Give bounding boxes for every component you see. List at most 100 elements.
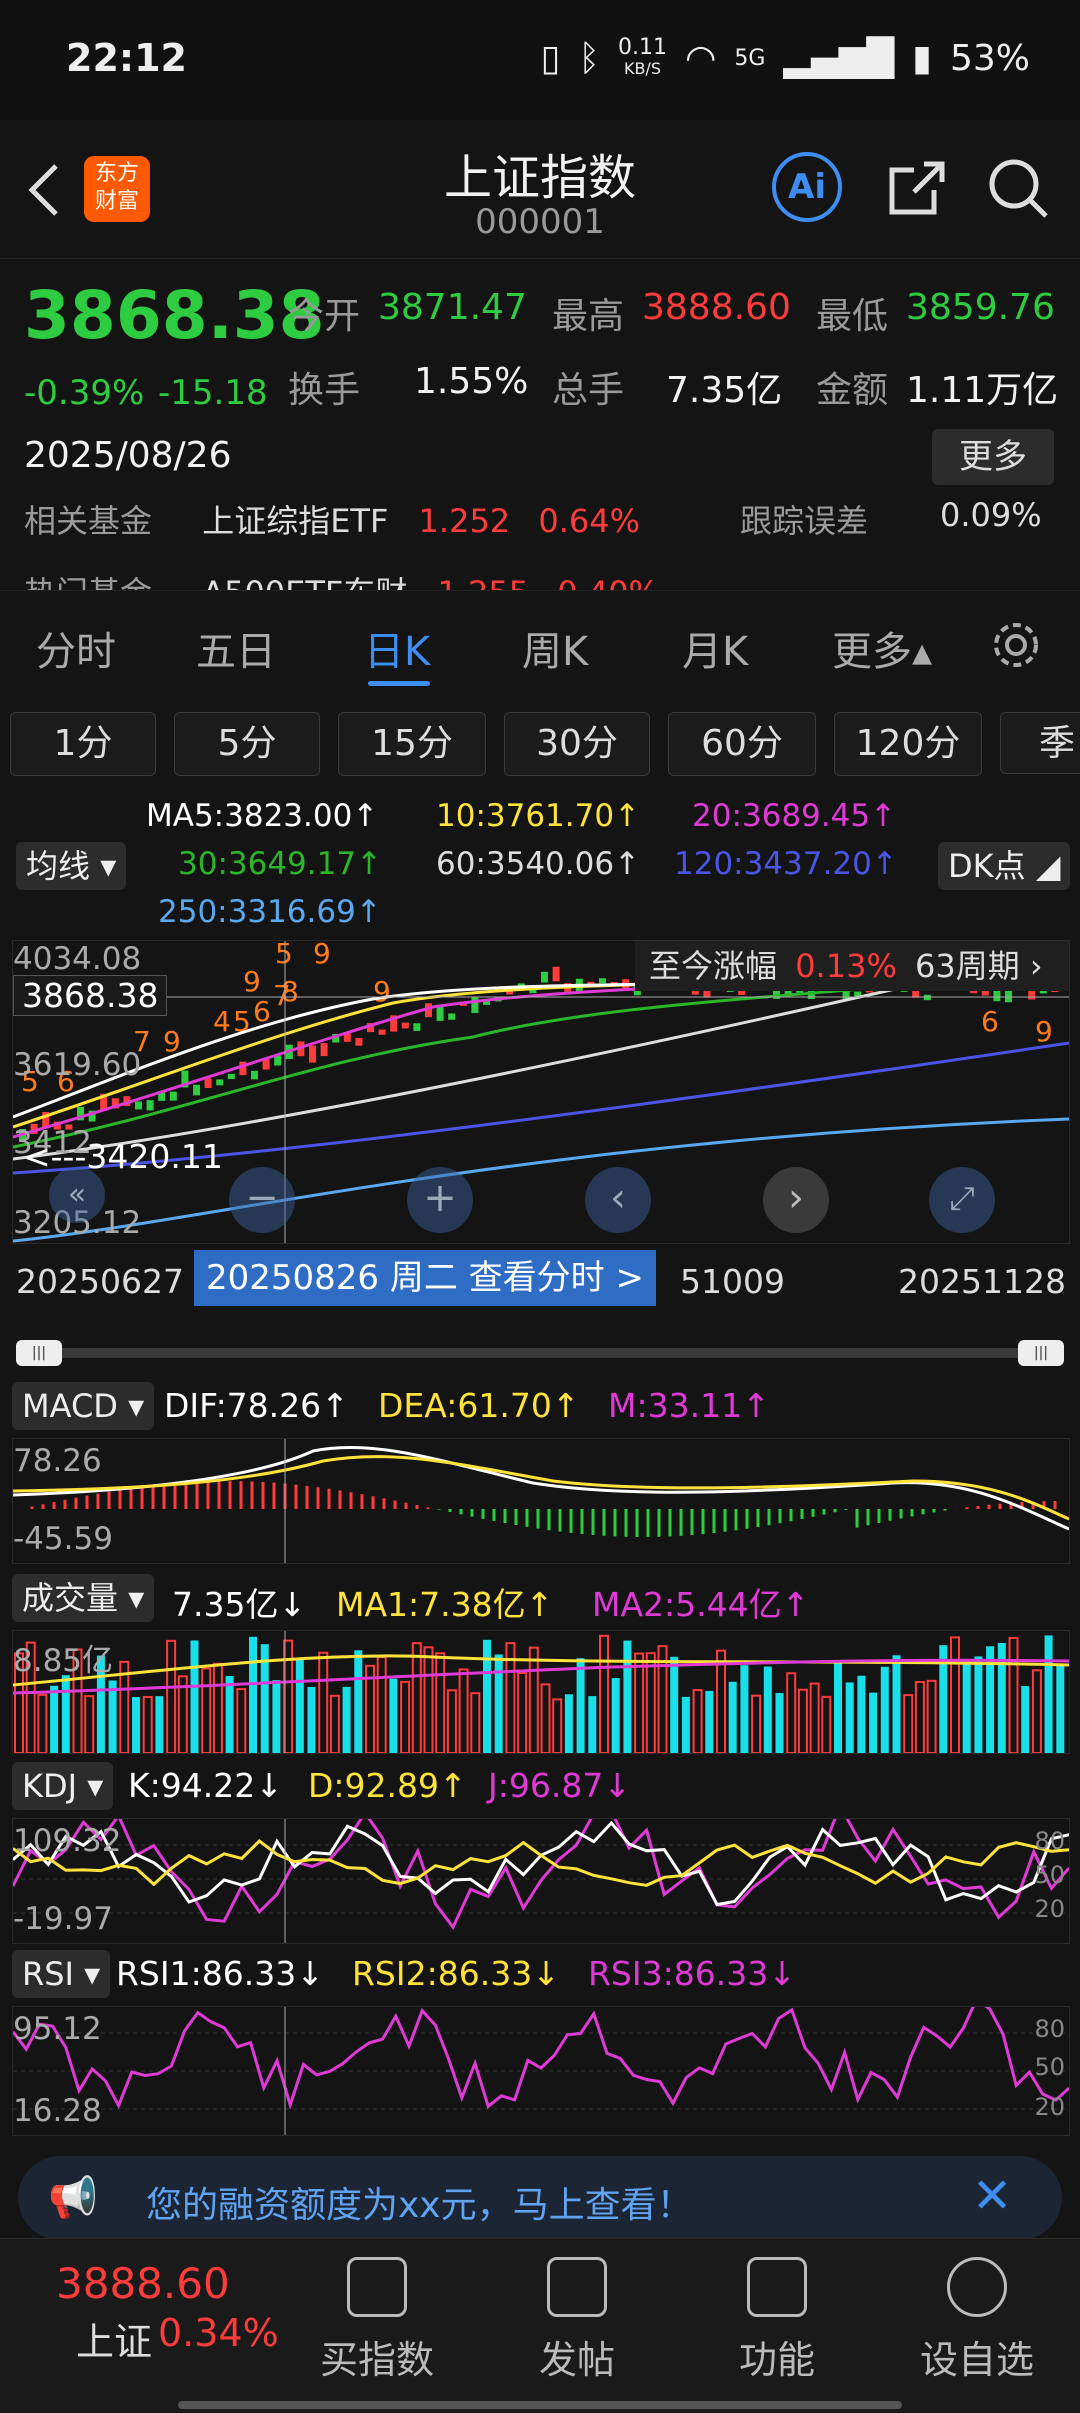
ma-indicator-dropdown[interactable]: 均线 ▾ — [16, 842, 127, 890]
range-change-box[interactable]: 至今涨幅 0.13% 63周期 › — [635, 941, 1069, 991]
candle — [216, 1079, 224, 1086]
tab-five-day[interactable]: 五日 — [196, 619, 276, 677]
home-indicator — [178, 2401, 902, 2409]
volume-bar — [470, 1692, 481, 1753]
search-icon[interactable] — [986, 156, 1052, 222]
kdj-level-50: 50 — [1034, 1861, 1065, 1889]
settings-gear-icon[interactable] — [990, 619, 1042, 671]
macd-m: M:33.11↑ — [608, 1386, 770, 1425]
period-30min[interactable]: 30分 — [504, 712, 650, 776]
dk-point-button[interactable]: DK点 ◢ — [938, 842, 1071, 890]
open-value: 3871.47 — [378, 287, 527, 328]
volume-ma1: MA1:7.38亿↑ — [336, 1585, 554, 1624]
fund-row[interactable]: 相关基金 上证综指ETF 1.252 0.64% 跟踪误差 0.09% — [24, 496, 1064, 542]
volume-bar — [588, 1696, 597, 1753]
index-ticker[interactable]: 3888.60 上证 0.34% — [24, 2239, 284, 2413]
nav-functions[interactable]: 功能 — [712, 2257, 842, 2384]
rsi-dropdown[interactable]: RSI ▾ — [12, 1950, 111, 1998]
volume-chart[interactable]: 8.85亿 — [12, 1630, 1070, 1754]
period-quarter[interactable]: 季 — [1000, 712, 1080, 774]
status-time: 22:12 — [66, 36, 187, 80]
period-1min[interactable]: 1分 — [10, 712, 156, 776]
change-pct: -0.39% — [24, 373, 145, 413]
kdj-dropdown[interactable]: KDJ ▾ — [12, 1762, 114, 1810]
kdj-chart[interactable]: 109.32 -19.97 80 50 20 — [12, 1818, 1070, 1944]
nav-add-watchlist[interactable]: 设自选 — [912, 2257, 1042, 2384]
volume-bar — [400, 1680, 411, 1753]
period-5min[interactable]: 5分 — [174, 712, 320, 776]
volume-value: 7.35亿 — [666, 370, 783, 411]
volume-bar — [763, 1666, 772, 1753]
related-funds[interactable]: 相关基金 上证综指ETF 1.252 0.64% 跟踪误差 0.09% 热门基金… — [0, 496, 1080, 590]
kdj-level-20: 20 — [1034, 1895, 1065, 1923]
ma250-value: 250:3316.69↑ — [158, 894, 382, 930]
nine-turn-label: 4 — [213, 1005, 231, 1038]
view-intraday-tip[interactable]: 20250826 周二 查看分时 > — [194, 1250, 656, 1306]
tab-intraday[interactable]: 分时 — [36, 619, 116, 677]
zoom-out-icon[interactable]: − — [229, 1167, 295, 1233]
tab-daily-k[interactable]: 日K — [364, 619, 430, 677]
volume-bar — [307, 1686, 316, 1753]
rsi-level-20: 20 — [1034, 2093, 1065, 2121]
volume-bar — [775, 1692, 784, 1753]
kline-y-top: 4034.08 — [13, 941, 142, 977]
share-icon[interactable] — [884, 156, 948, 220]
kdj-k: K:94.22↓ — [128, 1766, 283, 1805]
nav-post[interactable]: 发帖 — [512, 2257, 642, 2384]
macd-chart[interactable]: 78.26 -45.59 — [12, 1438, 1070, 1564]
low-value: 3859.76 — [906, 287, 1055, 328]
volume-svg — [13, 1631, 1069, 1753]
candle — [448, 1013, 456, 1020]
slider-left-handle[interactable]: ||| — [16, 1340, 62, 1366]
slider-right-handle[interactable]: ||| — [1018, 1340, 1064, 1366]
fund-row-2[interactable]: 热门基金 A500ETF东财 1.255 0.40% — [24, 568, 659, 590]
volume-bar — [50, 1685, 59, 1753]
quote-panel: 3868.38 -0.39% -15.18 2025/08/26 今开 3871… — [0, 258, 1080, 509]
tab-more[interactable]: 更多▴ — [832, 619, 932, 677]
volume-bar — [834, 1660, 842, 1753]
kdj-j-line — [13, 1819, 1069, 1931]
volume-bar — [201, 1667, 212, 1753]
rsi-chart[interactable]: 95.12 16.28 80 50 20 — [12, 2006, 1070, 2136]
grid-apps-icon — [747, 2257, 807, 2317]
amount-value: 1.11万亿 — [906, 370, 1059, 411]
range-slider[interactable]: ||| ||| — [16, 1340, 1064, 1366]
volume-bar — [645, 1652, 656, 1753]
ai-assistant-button[interactable]: Ai — [772, 152, 842, 222]
tab-weekly-k[interactable]: 周K — [522, 619, 588, 677]
candle — [309, 1045, 316, 1063]
volume-bar — [786, 1672, 797, 1753]
candle — [227, 1073, 235, 1080]
candle — [401, 1022, 409, 1029]
date-mid: 51009 — [680, 1262, 785, 1301]
more-quote-button[interactable]: 更多 — [932, 429, 1054, 485]
prev-candle-icon[interactable]: ‹ — [585, 1167, 651, 1233]
margin-banner[interactable]: 📢 您的融资额度为xx元，马上查看！ ✕ — [18, 2156, 1062, 2240]
volume-bar — [564, 1694, 573, 1753]
status-bar: 22:12 ▯ ᛒ 0.11 KB/S ◠ 5G ▂▄▆█ ▮ 53% — [0, 0, 1080, 120]
volume-bar — [903, 1694, 914, 1753]
period-60min[interactable]: 60分 — [668, 712, 816, 776]
volume-dropdown[interactable]: 成交量 ▾ — [12, 1574, 155, 1622]
volume-bar — [1008, 1637, 1019, 1753]
volume-bar — [446, 1689, 457, 1753]
volume-y-top: 8.85亿 — [13, 1643, 114, 1679]
close-banner-icon[interactable]: ✕ — [972, 2168, 1012, 2224]
next-candle-icon[interactable]: › — [763, 1167, 829, 1233]
tab-monthly-k[interactable]: 月K — [682, 619, 748, 677]
candle — [355, 1037, 363, 1046]
volume-bar — [869, 1692, 878, 1753]
fullscreen-icon[interactable]: ⤢ — [929, 1167, 995, 1233]
nav-buy-index[interactable]: 买指数 — [312, 2257, 442, 2384]
macd-dropdown[interactable]: MACD ▾ — [12, 1382, 155, 1430]
period-15min[interactable]: 15分 — [338, 712, 486, 776]
zoom-in-icon[interactable]: + — [407, 1167, 473, 1233]
change-value: -15.18 — [158, 373, 268, 413]
volume-bar — [155, 1696, 164, 1753]
high-value: 3888.60 — [642, 287, 791, 328]
kline-chart[interactable]: 567995994567869 4034.08 3619.60 3412 320… — [12, 940, 1070, 1244]
period-120min[interactable]: 120分 — [834, 712, 982, 776]
candle — [193, 1084, 200, 1096]
scroll-left-icon[interactable]: « — [49, 1167, 105, 1223]
banner-text: 您的融资额度为xx元，马上查看！ — [146, 2185, 693, 2226]
